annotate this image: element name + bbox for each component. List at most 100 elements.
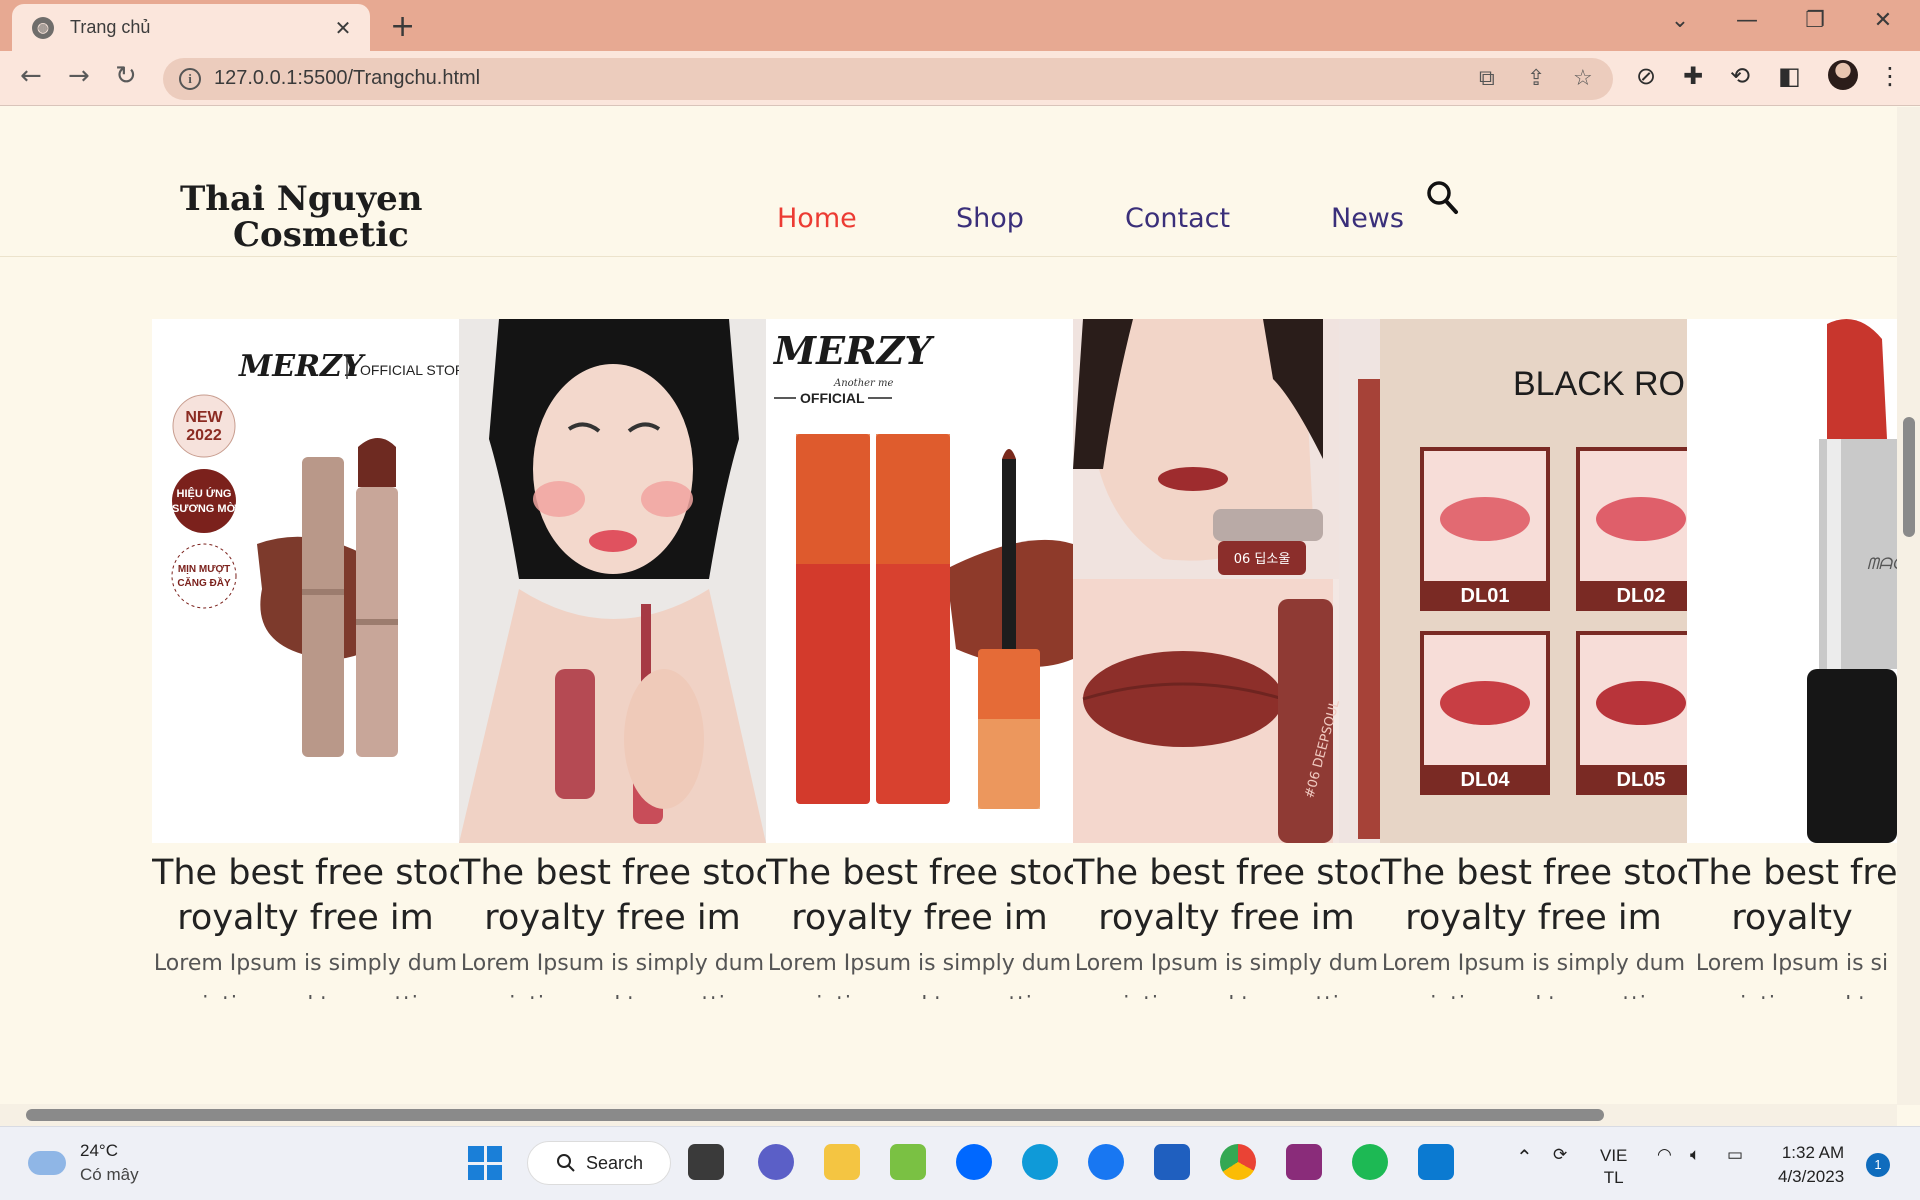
tab-close-button[interactable]: ✕ xyxy=(330,16,356,40)
tab-search-icon[interactable]: ⌄ xyxy=(1650,8,1710,33)
sync-icon[interactable]: ⟳ xyxy=(1553,1145,1567,1165)
extension-compass-icon[interactable]: ⊘ xyxy=(1636,62,1656,90)
battery-icon[interactable]: ▭ xyxy=(1727,1145,1743,1165)
profile-avatar[interactable] xyxy=(1828,60,1858,90)
image-text: DL04 xyxy=(1461,769,1511,791)
site-info-icon[interactable]: i xyxy=(179,68,201,90)
url-text[interactable]: 127.0.0.1:5500/Trangchu.html xyxy=(214,67,480,90)
weather-widget[interactable]: 24°C Có mây xyxy=(28,1141,139,1185)
task-view-icon[interactable] xyxy=(688,1144,724,1180)
restore-button[interactable]: ❐ xyxy=(1785,8,1845,33)
product-title[interactable]: The best free stoc royalty free im xyxy=(766,851,1073,941)
horizontal-scrollbar[interactable] xyxy=(0,1104,1897,1126)
svg-text:ᗰᗩᑕ: ᗰᗩᑕ xyxy=(1867,554,1897,573)
product-title[interactable]: The best free stoc royalty free im xyxy=(1380,851,1687,941)
logo-line-2: Cosmetic xyxy=(233,215,409,255)
chrome-icon[interactable] xyxy=(1220,1144,1256,1180)
product-image[interactable]: MERZY Another me OFFICIAL xyxy=(766,319,1073,843)
bookmark-star-icon[interactable]: ☆ xyxy=(1573,66,1593,91)
scrollbar-thumb[interactable] xyxy=(26,1109,1604,1121)
vscode-icon[interactable] xyxy=(1418,1144,1454,1180)
system-clock[interactable]: 1:32 AM 4/3/2023 xyxy=(1778,1141,1844,1189)
winrar-icon[interactable] xyxy=(1286,1144,1322,1180)
browser-tab-strip: ◍ Trang chủ ✕ + ⌄ — ❐ ✕ xyxy=(0,0,1920,51)
product-title[interactable]: The best free royalty xyxy=(1687,851,1897,941)
image-text: BLACK RO xyxy=(1513,365,1685,403)
nav-news[interactable]: News xyxy=(1331,203,1404,234)
product-image[interactable]: MERZY OFFICIAL STOR NEW 2022 HIỆU ỨNG SƯ… xyxy=(152,319,459,843)
reload-button[interactable]: ↻ xyxy=(115,61,137,91)
logo-line-1: Thai Nguyen xyxy=(180,179,423,219)
browser-toolbar: ← → ↻ i 127.0.0.1:5500/Trangchu.html ⧉ ⇪… xyxy=(0,51,1920,106)
image-text: OFFICIAL xyxy=(800,390,865,406)
translate-icon[interactable]: ⧉ xyxy=(1479,66,1495,91)
product-image[interactable]: 06 딥소울 #06 DEEPSOUL xyxy=(1073,319,1380,843)
taskbar-search[interactable]: Search xyxy=(527,1141,671,1185)
tab-title: Trang chủ xyxy=(70,17,151,37)
menu-icon[interactable]: ⋮ xyxy=(1878,62,1902,90)
nav-shop[interactable]: Shop xyxy=(956,203,1024,234)
forward-button[interactable]: → xyxy=(68,61,90,91)
image-text: MỊN MƯỢT xyxy=(178,564,230,575)
product-card[interactable]: ᗰᗩᑕ The best freeroyalty Lorem Ipsum is … xyxy=(1687,319,1897,999)
side-panel-icon[interactable]: ◧ xyxy=(1778,62,1801,90)
site-header: Thai Nguyen Cosmetic Home Shop Contact N… xyxy=(0,107,1897,257)
share-icon[interactable]: ⇪ xyxy=(1527,66,1545,91)
image-text: Another me xyxy=(833,378,894,389)
nav-home[interactable]: Home xyxy=(777,203,857,234)
start-button[interactable] xyxy=(468,1146,502,1180)
new-tab-button[interactable]: + xyxy=(390,9,415,44)
product-title[interactable]: The best free stoc royalty free im xyxy=(459,851,766,941)
nav-contact[interactable]: Contact xyxy=(1125,203,1230,234)
back-button[interactable]: ← xyxy=(20,61,42,91)
image-text: 2022 xyxy=(186,427,222,444)
weather-temp: 24°C xyxy=(80,1141,118,1160)
product-card[interactable]: 06 딥소울 #06 DEEPSOUL The best free stoc ro… xyxy=(1073,319,1380,999)
language-indicator[interactable]: VIE TL xyxy=(1600,1145,1627,1189)
file-explorer-icon[interactable] xyxy=(824,1144,860,1180)
product-description: Lorem Ipsum is simply dumprinting and ty… xyxy=(460,951,765,999)
image-text: OFFICIAL STOR xyxy=(360,362,459,378)
image-text: 06 딥소울 xyxy=(1234,552,1291,567)
browser-tab[interactable]: ◍ Trang chủ ✕ xyxy=(12,4,370,51)
edge-icon[interactable] xyxy=(1022,1144,1058,1180)
teams-chat-icon[interactable] xyxy=(758,1144,794,1180)
product-card[interactable]: The best free stoc royalty free im Lorem … xyxy=(459,319,766,999)
cloud-icon xyxy=(28,1151,66,1175)
minimize-button[interactable]: — xyxy=(1717,8,1777,33)
wifi-icon[interactable]: ◠ xyxy=(1657,1145,1672,1165)
product-card[interactable]: BLACK RO DL01 DL02 DL04 DL05 The best fr… xyxy=(1380,319,1687,999)
facebook-icon[interactable] xyxy=(1088,1144,1124,1180)
word-icon[interactable] xyxy=(1154,1144,1190,1180)
product-image[interactable] xyxy=(459,319,766,843)
image-text: NEW xyxy=(185,409,223,426)
game-app-icon[interactable] xyxy=(890,1144,926,1180)
scrollbar-thumb[interactable] xyxy=(1903,417,1915,537)
weather-condition: Có mây xyxy=(80,1165,139,1184)
product-card[interactable]: MERZY OFFICIAL STOR NEW 2022 HIỆU ỨNG SƯ… xyxy=(152,319,459,999)
chevron-up-icon[interactable]: ⌃ xyxy=(1516,1145,1533,1170)
image-text: DL01 xyxy=(1461,585,1510,607)
taskbar-search-label: Search xyxy=(586,1152,644,1173)
product-description: Lorem Ipsum is simply dumprinting and ty… xyxy=(767,951,1072,999)
vertical-scrollbar[interactable] xyxy=(1897,107,1920,1105)
volume-icon[interactable]: 🔈︎ xyxy=(1690,1145,1700,1165)
product-description: Lorem Ipsum is simply dumprinting and ty… xyxy=(1074,951,1379,999)
product-card[interactable]: MERZY Another me OFFICIAL The best free … xyxy=(766,319,1073,999)
site-logo[interactable]: Thai Nguyen Cosmetic xyxy=(180,181,422,253)
search-icon xyxy=(557,1154,575,1172)
close-window-button[interactable]: ✕ xyxy=(1853,8,1913,33)
zalo-icon[interactable] xyxy=(956,1144,992,1180)
product-image[interactable]: BLACK RO DL01 DL02 DL04 DL05 xyxy=(1380,319,1687,843)
product-title[interactable]: The best free stoc royalty free im xyxy=(152,851,459,941)
search-icon[interactable] xyxy=(1424,177,1460,219)
address-bar[interactable]: i 127.0.0.1:5500/Trangchu.html ⧉ ⇪ ☆ xyxy=(163,58,1613,100)
notification-badge[interactable]: 1 xyxy=(1866,1153,1890,1177)
product-title[interactable]: The best free stoc royalty free im xyxy=(1073,851,1380,941)
image-text: DL05 xyxy=(1617,769,1666,791)
extensions-puzzle-icon[interactable]: ✚ xyxy=(1683,62,1703,90)
product-image[interactable]: ᗰᗩᑕ xyxy=(1687,319,1897,843)
performance-icon[interactable]: ⟲ xyxy=(1730,62,1750,90)
spotify-icon[interactable] xyxy=(1352,1144,1388,1180)
image-text: DL02 xyxy=(1617,585,1666,607)
